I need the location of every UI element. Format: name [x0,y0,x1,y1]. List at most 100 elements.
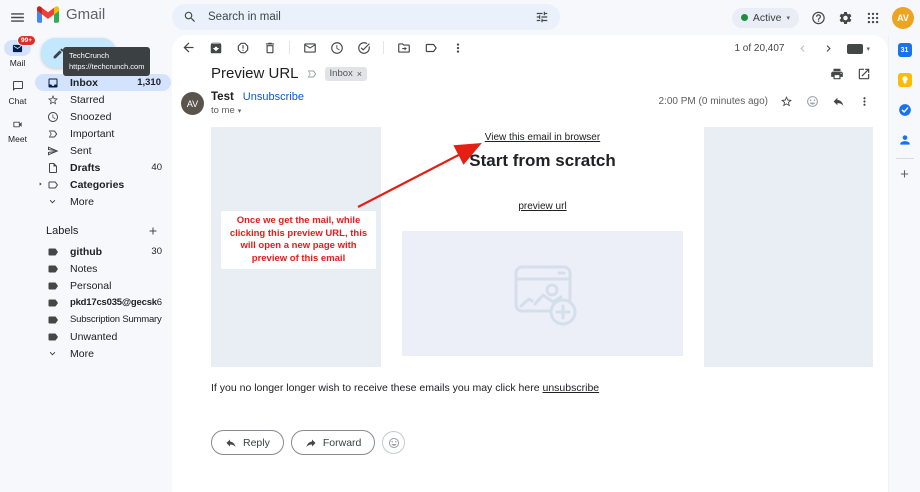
chevron-down-icon: ▾ [866,45,870,53]
sidebar-item-count: 40 [151,162,162,173]
forward-label: Forward [323,437,362,449]
footer-unsubscribe-link[interactable]: unsubscribe [543,382,600,394]
calendar-icon[interactable]: 31 [898,43,912,57]
more-options-icon[interactable] [857,94,872,109]
pagination-text: 1 of 20,407 [734,43,784,54]
add-reaction-button[interactable] [382,431,405,454]
link-hover-tooltip: TechCrunch https://techcrunch.com [63,47,150,76]
newer-email-chevron-icon[interactable] [795,41,810,56]
tooltip-url: https://techcrunch.com [69,61,144,72]
mark-unread-icon[interactable] [302,40,317,55]
inbox-label-chip[interactable]: Inbox × [325,67,368,81]
search-bar[interactable] [172,4,560,30]
add-to-tasks-icon[interactable] [356,40,371,55]
preview-url-link[interactable]: preview url [381,201,704,212]
search-icon[interactable] [183,10,197,24]
status-selector[interactable]: Active ▾ [732,8,799,28]
back-arrow-icon[interactable] [181,40,196,55]
gmail-m-icon [37,6,59,23]
rail-item-mail[interactable]: 99+ Mail [4,40,31,68]
status-label: Active [753,12,782,24]
label-item-personal[interactable]: Personal [35,277,172,294]
rail-item-chat[interactable]: Chat [4,78,31,106]
view-in-browser-link[interactable]: View this email in browser [381,132,704,143]
labels-tag-icon[interactable] [423,40,438,55]
forward-icon [305,437,317,449]
contacts-icon[interactable] [898,133,912,147]
label-item-github[interactable]: github 30 [35,243,172,260]
label-tag-icon [46,178,59,191]
print-icon[interactable] [829,66,844,81]
sidebar-item-sent[interactable]: Sent [35,142,172,159]
forward-button[interactable]: Forward [291,430,376,455]
sidebar-item-snoozed[interactable]: Snoozed [35,108,172,125]
sender-avatar[interactable]: AV [181,92,204,115]
open-in-new-icon[interactable] [856,66,871,81]
get-addons-button[interactable]: + [900,170,909,180]
footer-text: If you no longer longer wish to receive … [211,382,540,394]
reply-button[interactable]: Reply [211,430,284,455]
google-apps-grid-icon[interactable] [865,10,880,25]
search-options-icon[interactable] [535,10,549,24]
subject-actions [829,66,871,81]
snooze-clock-icon[interactable] [329,40,344,55]
close-icon[interactable]: × [357,69,362,79]
chevron-down-icon [46,195,59,208]
sidebar-item-more[interactable]: More [35,193,172,210]
move-to-folder-icon[interactable] [396,40,411,55]
topbar-actions: Active ▾ AV [732,0,914,35]
label-item-pkd17cs035[interactable]: pkd17cs035@gecsk... 6 [35,294,172,311]
sender-info: Test Unsubscribe to me ▾ [211,91,304,116]
label-item-unwanted[interactable]: Unwanted [35,328,172,345]
annotation-note: Once we get the mail, while clicking thi… [221,211,376,269]
email-timestamp: 2:00 PM (0 minutes ago) [659,96,769,107]
input-tools-selector[interactable]: ▾ [847,44,870,54]
companion-rail: 31 + [888,35,920,492]
sidebar-item-categories[interactable]: Categories [35,176,172,193]
rail-item-meet[interactable]: Meet [4,116,31,144]
more-options-icon[interactable] [450,40,465,55]
keyboard-icon [847,44,863,54]
archive-icon[interactable] [208,40,223,55]
older-email-chevron-icon[interactable] [821,41,836,56]
sidebar-item-starred[interactable]: Starred [35,91,172,108]
reply-icon[interactable] [831,94,846,109]
label-item-text: github [70,246,151,258]
label-tag-icon [46,330,59,343]
active-status-dot [741,14,748,21]
sidebar-item-important[interactable]: Important [35,125,172,142]
delete-trash-icon[interactable] [262,40,277,55]
gmail-app: Gmail Active ▾ [0,0,920,492]
image-placeholder [402,231,683,356]
emoji-reaction-icon[interactable] [805,94,820,109]
label-item-text: pkd17cs035@gecsk... [70,297,157,308]
keep-icon[interactable] [898,73,912,87]
draft-file-icon [46,161,59,174]
main-menu-icon[interactable] [9,9,26,26]
email-heading: Start from scratch [381,151,704,171]
caret-right-icon[interactable] [37,180,45,188]
label-item-more[interactable]: More [35,345,172,362]
search-input[interactable] [206,10,526,24]
tasks-icon[interactable] [898,103,912,117]
star-icon[interactable] [779,94,794,109]
label-item-subscription-summary[interactable]: Subscription Summary [35,311,172,328]
recipient-toggle[interactable]: to me ▾ [211,105,304,116]
email-toolbar [181,40,465,55]
pagination-controls: 1 of 20,407 ▾ [734,41,870,56]
label-item-notes[interactable]: Notes [35,260,172,277]
label-tag-icon [46,313,59,326]
settings-gear-icon[interactable] [838,10,853,25]
sidebar: TechCrunch https://techcrunch.com Inbox … [35,35,172,492]
support-icon[interactable] [811,10,826,25]
add-label-button[interactable] [147,225,159,237]
sidebar-item-inbox[interactable]: Inbox 1,310 [35,74,171,91]
sidebar-item-label: Snoozed [70,111,162,123]
sidebar-item-drafts[interactable]: Drafts 40 [35,159,172,176]
account-avatar[interactable]: AV [892,7,914,29]
important-marker-icon[interactable] [306,68,318,80]
unsubscribe-link[interactable]: Unsubscribe [243,91,304,103]
report-spam-icon[interactable] [235,40,250,55]
sidebar-item-label: Categories [70,179,162,191]
send-icon [46,144,59,157]
